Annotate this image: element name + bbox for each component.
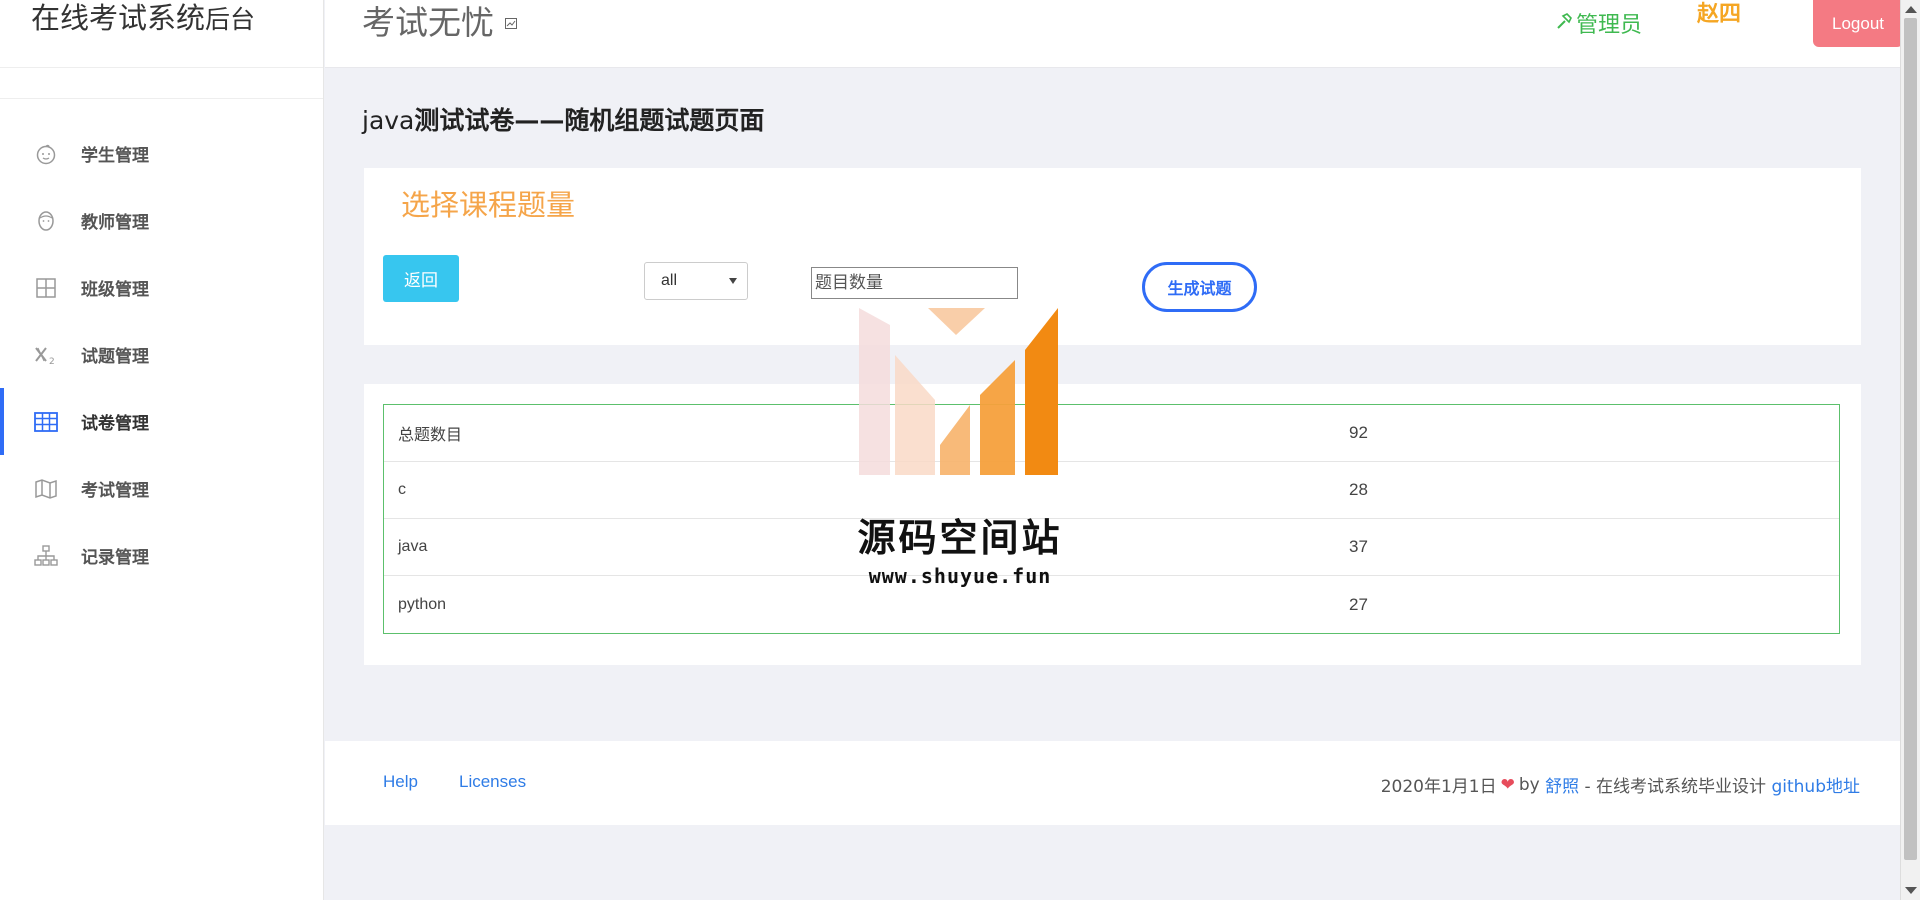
stat-count: 28 <box>1349 480 1368 499</box>
footer-desc: - 在线考试系统毕业设计 <box>1579 777 1772 797</box>
footer-by: by <box>1518 774 1540 795</box>
sidebar-item-label: 记录管理 <box>81 548 149 568</box>
page-title-course: java <box>362 106 415 135</box>
table-row: 总题数目 92 <box>384 405 1839 462</box>
sidebar-item-label: 班级管理 <box>81 280 149 300</box>
brand: 在线考试系统后台 <box>0 0 323 68</box>
caret-down-icon <box>729 278 737 284</box>
help-link[interactable]: Help <box>383 772 418 792</box>
table-row: c 28 <box>384 462 1839 519</box>
stat-count: 92 <box>1349 423 1368 442</box>
sidebar-item-label: 学生管理 <box>81 146 149 166</box>
vertical-scrollbar[interactable] <box>1900 0 1920 900</box>
scroll-down-arrow-icon[interactable] <box>1905 887 1917 894</box>
scroll-up-arrow-icon[interactable] <box>1905 6 1917 13</box>
licenses-link[interactable]: Licenses <box>459 772 526 792</box>
heart-icon: ❤ <box>1500 774 1515 795</box>
course-select-value: all <box>661 272 678 289</box>
sidebar-item-label: 教师管理 <box>81 213 149 233</box>
sidebar-item-label: 试题管理 <box>81 347 149 367</box>
generate-questions-button[interactable]: 生成试题 <box>1142 262 1257 312</box>
sidebar-item-label: 试卷管理 <box>81 414 149 434</box>
sidebar-item-students[interactable]: 学生管理 <box>0 120 323 187</box>
sidebar-item-exams[interactable]: 考试管理 <box>0 455 323 522</box>
sidebar-item-classes[interactable]: 班级管理 <box>0 254 323 321</box>
logout-button[interactable]: Logout <box>1813 0 1903 47</box>
footer-credits: 2020年1月1日 ❤ by 舒照 - 在线考试系统毕业设计 github地址 <box>1380 772 1860 798</box>
x-subscript-icon: 2 <box>34 343 58 367</box>
role-label: 管理员 <box>1576 13 1643 38</box>
github-link[interactable]: github地址 <box>1771 772 1860 797</box>
sitemap-icon <box>34 544 58 568</box>
sidebar-item-questions[interactable]: 2 试题管理 <box>0 321 323 388</box>
role-link[interactable]: 管理员 <box>1555 7 1642 39</box>
brand-main: 在线考试系统 <box>31 1 206 35</box>
username[interactable]: 赵四 <box>1697 0 1741 28</box>
stat-count: 27 <box>1349 594 1368 614</box>
sidebar-divider <box>0 68 323 99</box>
card-title: 选择课程题量 <box>401 188 576 222</box>
map-icon <box>34 477 58 501</box>
broken-image-icon <box>504 17 517 32</box>
question-config-card: 选择课程题量 返回 all 生成试题 <box>364 168 1861 345</box>
svg-text:2: 2 <box>49 357 55 366</box>
sidebar: 在线考试系统后台 学生管理 教师管理 班级管理 2 试题管理 试卷管理 考试管理… <box>0 0 324 900</box>
baby-face-icon <box>34 142 58 166</box>
author-link[interactable]: 舒照 <box>1545 772 1579 797</box>
scrollbar-thumb[interactable] <box>1904 18 1917 860</box>
course-select[interactable]: all <box>644 262 748 300</box>
stats-card: 总题数目 92 c 28 java 37 python 27 <box>364 384 1861 665</box>
watermark-text: 源码空间站 <box>857 516 1063 560</box>
sidebar-item-papers[interactable]: 试卷管理 <box>0 388 323 455</box>
footer-date: 2020年1月1日 <box>1380 777 1497 797</box>
stat-count: 37 <box>1349 537 1368 556</box>
back-button[interactable]: 返回 <box>383 255 459 302</box>
stats-table: 总题数目 92 c 28 java 37 python 27 <box>383 404 1840 634</box>
table-row: java 37 <box>384 519 1839 576</box>
sidebar-item-records[interactable]: 记录管理 <box>0 522 323 589</box>
topbar: 考试无忧 管理员 赵四 Logout <box>325 0 1903 68</box>
sidebar-menu: 学生管理 教师管理 班级管理 2 试题管理 试卷管理 考试管理 记录管理 <box>0 120 323 589</box>
sidebar-item-teachers[interactable]: 教师管理 <box>0 187 323 254</box>
app-title[interactable]: 考试无忧 <box>362 4 517 44</box>
footer: Help Licenses 2020年1月1日 ❤ by 舒照 - 在线考试系统… <box>325 741 1900 825</box>
app-title-text: 考试无忧 <box>362 3 494 42</box>
brand-suffix: 后台 <box>205 5 256 34</box>
question-count-input[interactable] <box>811 267 1018 299</box>
face-icon <box>34 209 58 233</box>
table-icon <box>34 410 58 434</box>
page-title-text: 测试试卷——随机组题试题页面 <box>414 106 765 135</box>
grid-icon <box>34 276 58 300</box>
stat-name: python <box>398 595 447 613</box>
watermark-url: www.shuyue.fun <box>868 564 1052 588</box>
table-row: python 27 <box>384 576 1839 633</box>
hammer-icon <box>1555 11 1576 36</box>
sidebar-item-label: 考试管理 <box>81 481 149 501</box>
page-title: java测试试卷——随机组题试题页面 <box>362 104 764 138</box>
brand-title[interactable]: 在线考试系统后台 <box>31 0 255 38</box>
